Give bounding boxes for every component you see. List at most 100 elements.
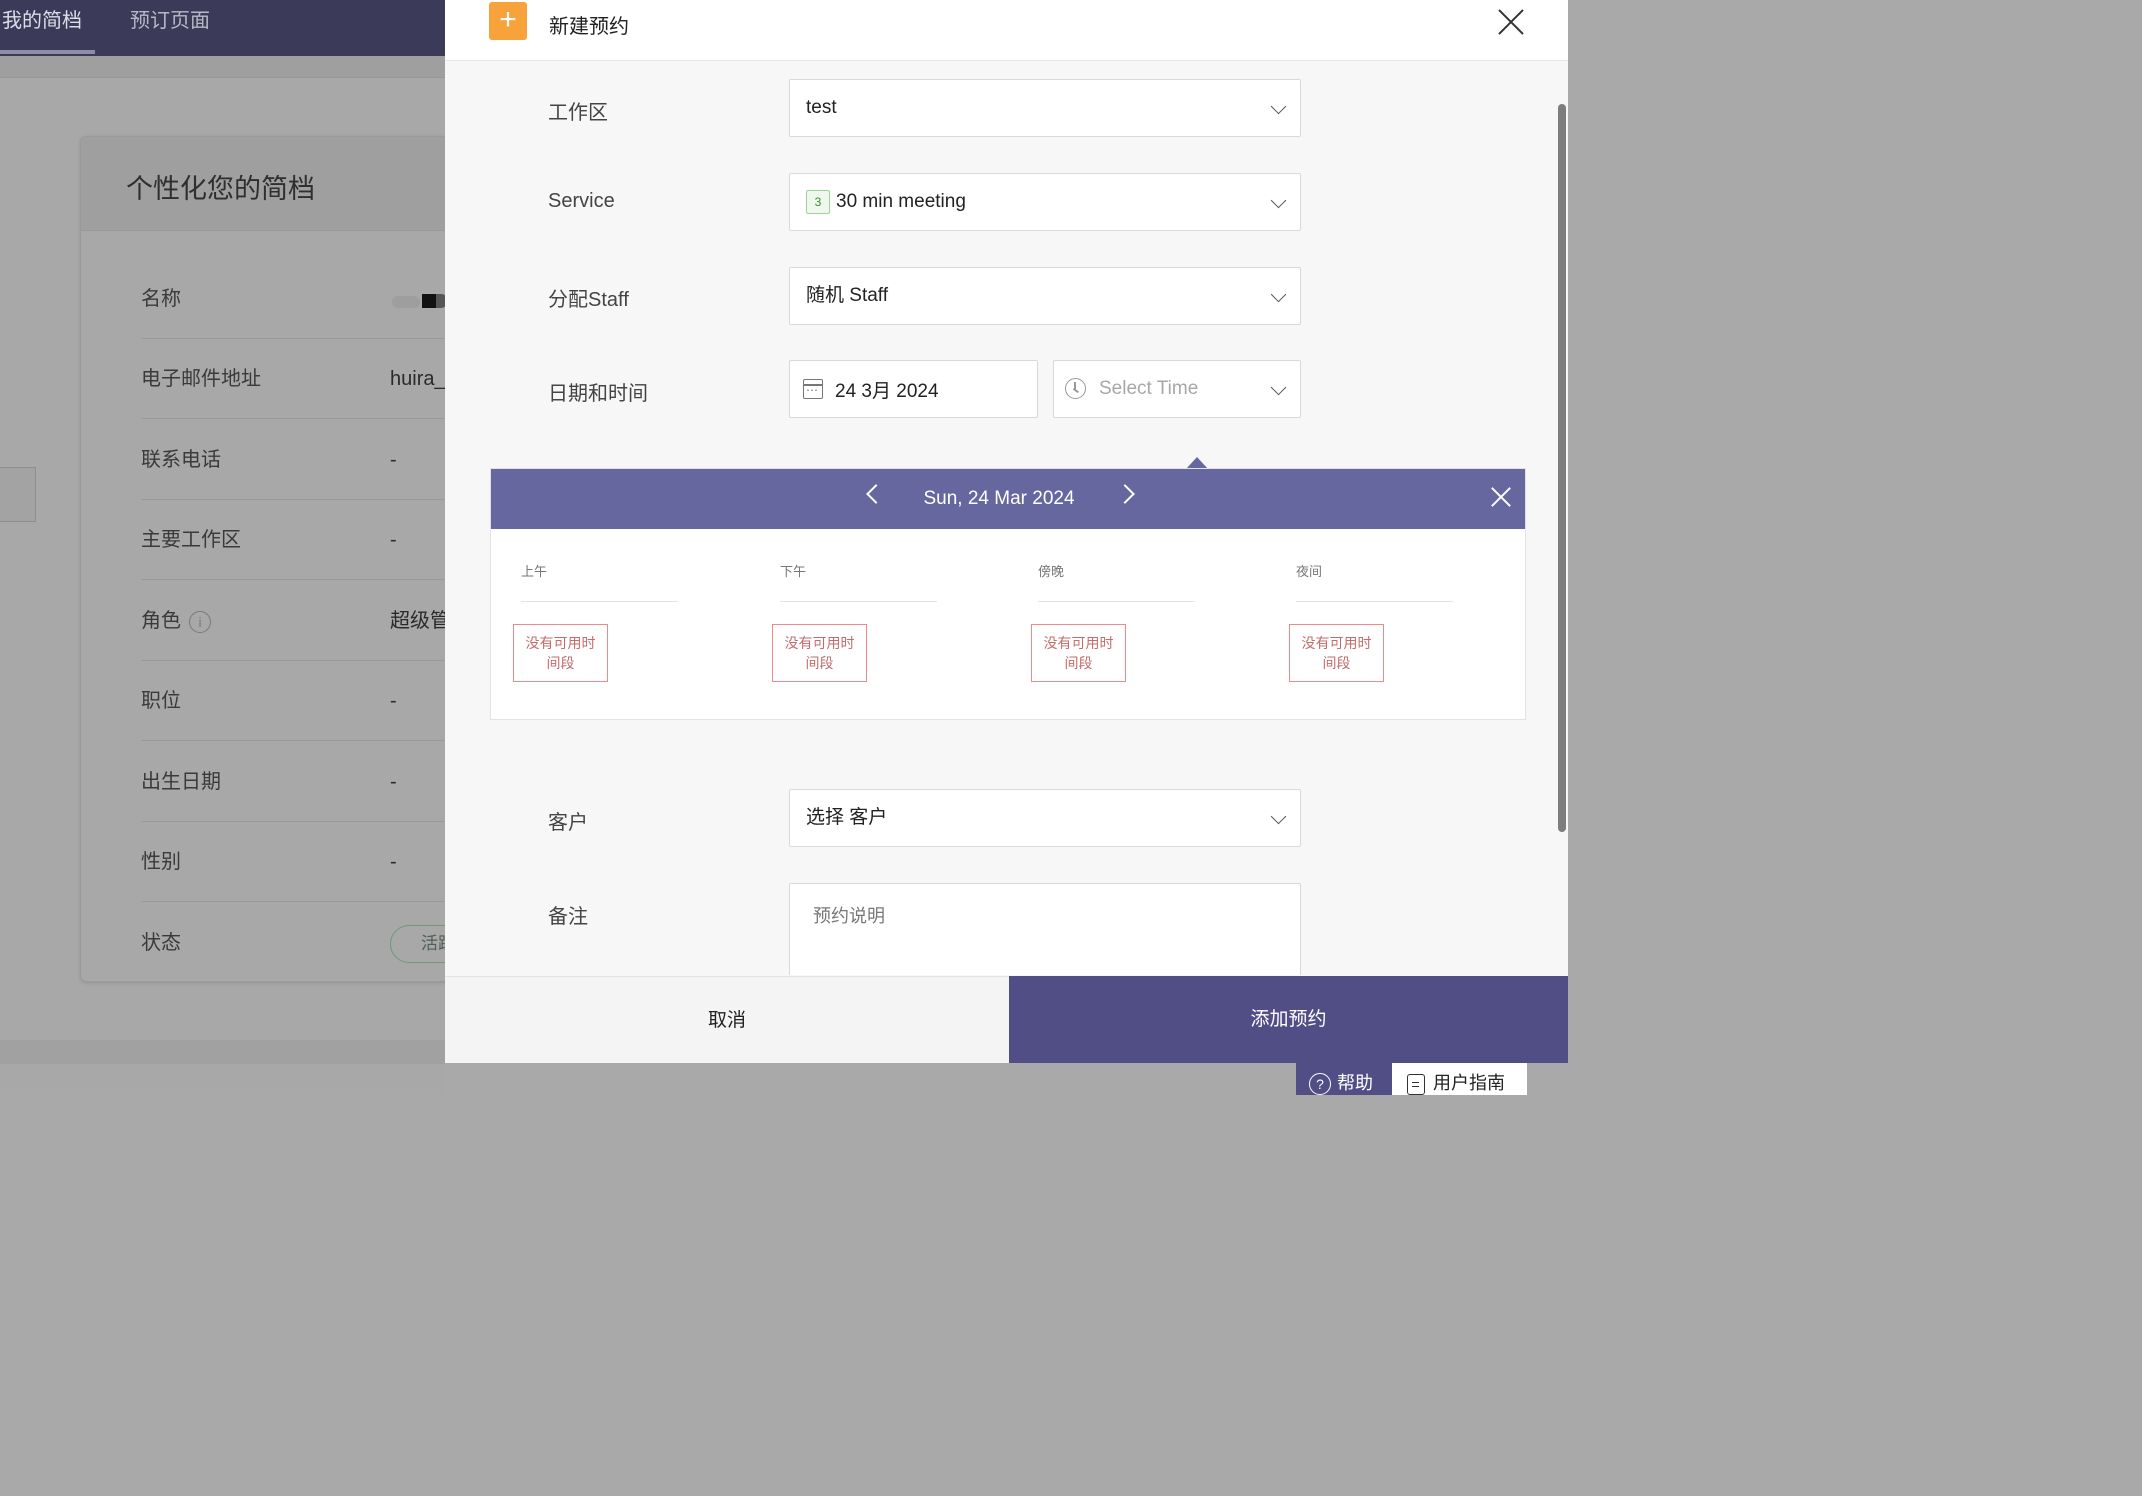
service-value: 30 min meeting	[836, 191, 966, 212]
profile-value: 超级管	[390, 610, 445, 632]
profile-row-status: 状态 活跃	[141, 903, 445, 983]
period-name: 下午	[780, 564, 807, 579]
profile-value: -	[390, 449, 397, 471]
no-slots-text: 没有可用时	[1301, 635, 1372, 651]
bg-footer-strip	[0, 1040, 445, 1064]
active-tab-indicator	[0, 50, 95, 54]
sub-header-strip	[0, 56, 445, 78]
name-redacted	[392, 294, 445, 310]
no-slots-text: 间段	[1322, 655, 1351, 671]
profile-value: -	[390, 771, 397, 793]
guide-label: 用户指南	[1433, 1073, 1505, 1093]
tab-booking-page[interactable]: 预订页面	[130, 0, 210, 56]
period-name: 傍晚	[1038, 564, 1065, 579]
side-panel-fragment	[0, 467, 36, 522]
profile-value: -	[390, 690, 397, 712]
time-select[interactable]: Select Time	[1053, 360, 1301, 418]
workspace-label: 工作区	[548, 102, 608, 124]
no-slots-text: 没有可用时	[525, 635, 596, 651]
user-guide-button[interactable]: 用户指南	[1392, 1063, 1527, 1095]
calendar-date: Sun, 24 Mar 2024	[923, 488, 1075, 509]
service-label: Service	[548, 190, 615, 212]
chevron-down-icon	[1270, 379, 1287, 396]
modal-scrollbar[interactable]	[1558, 104, 1566, 832]
no-slots-notice: 没有可用时 间段	[1031, 624, 1126, 682]
profile-card-title: 个性化您的简档	[126, 174, 315, 204]
no-slots-notice: 没有可用时 间段	[772, 624, 867, 682]
no-slots-notice: 没有可用时 间段	[513, 624, 608, 682]
profile-row-email: 电子邮件地址 huira_	[141, 339, 445, 419]
chevron-down-icon	[1270, 192, 1287, 209]
profile-card-header: 个性化您的简档	[81, 137, 445, 231]
status-badge: 活跃	[390, 925, 445, 963]
no-slots-text: 间段	[1064, 655, 1093, 671]
staff-value: 随机 Staff	[806, 285, 889, 306]
background-page: 我的简档 预订页面 个性化您的简档 名称 电子邮件地址 huira_ 联系电话 …	[0, 0, 445, 1095]
profile-label: 性别	[141, 851, 181, 873]
profile-label: 主要工作区	[141, 529, 241, 551]
no-slots-text: 间段	[546, 655, 575, 671]
close-icon[interactable]	[1497, 8, 1525, 36]
chevron-down-icon	[1270, 808, 1287, 825]
modal-header: + 新建预约	[445, 0, 1568, 61]
add-appointment-button[interactable]: 添加预约	[1009, 976, 1568, 1063]
no-slots-text: 间段	[805, 655, 834, 671]
profile-row-birthday: 出生日期 -	[141, 742, 445, 822]
workspace-select[interactable]: test	[789, 79, 1301, 137]
notes-textarea[interactable]: 预约说明	[789, 883, 1301, 975]
profile-row-workspace: 主要工作区 -	[141, 500, 445, 580]
profile-label: 联系电话	[141, 449, 221, 471]
customer-select[interactable]: 选择 客户	[789, 789, 1301, 847]
no-slots-text: 没有可用时	[784, 635, 855, 651]
cancel-button[interactable]: 取消	[445, 976, 1009, 1063]
profile-card: 个性化您的简档 名称 电子邮件地址 huira_ 联系电话 - 主要工作区 - …	[80, 136, 445, 982]
period-divider	[1296, 601, 1453, 602]
modal-footer: 取消 添加预约	[445, 976, 1568, 1063]
period-name: 上午	[521, 564, 548, 579]
notes-label: 备注	[548, 906, 588, 928]
profile-label: 名称	[141, 288, 181, 310]
period-divider	[780, 601, 937, 602]
profile-label: 职位	[141, 690, 181, 712]
date-picker-field[interactable]: 24 3月 2024	[789, 360, 1038, 418]
document-icon	[1407, 1073, 1425, 1095]
period-morning: 上午	[521, 561, 681, 602]
profile-label: 电子邮件地址	[141, 368, 261, 390]
customer-label: 客户	[548, 812, 588, 834]
calendar-nav-bar: Sun, 24 Mar 2024	[491, 469, 1525, 529]
info-icon[interactable]: i	[189, 610, 211, 633]
service-select[interactable]: 3 30 min meeting	[789, 173, 1301, 231]
profile-value: -	[390, 529, 397, 551]
top-nav: 我的简档 预订页面	[0, 0, 445, 56]
time-slot-popup: Sun, 24 Mar 2024 上午 没有可用时 间段 下午 没有可用时 间段…	[490, 468, 1526, 720]
workspace-value: test	[806, 97, 837, 118]
calendar-icon	[803, 379, 823, 399]
period-evening: 傍晚	[1038, 561, 1198, 602]
profile-row-role: 角色 i 超级管	[141, 581, 445, 661]
period-divider	[521, 601, 678, 602]
profile-value: -	[390, 851, 397, 873]
period-name: 夜间	[1296, 564, 1323, 579]
tab-my-profile[interactable]: 我的简档	[2, 0, 82, 56]
time-placeholder: Select Time	[1099, 378, 1199, 399]
help-button[interactable]: ? 帮助	[1296, 1063, 1392, 1096]
datetime-label: 日期和时间	[548, 383, 648, 405]
period-night: 夜间	[1296, 561, 1456, 602]
period-afternoon: 下午	[780, 561, 940, 602]
staff-select[interactable]: 随机 Staff	[789, 267, 1301, 325]
chevron-down-icon	[1270, 98, 1287, 115]
modal-title: 新建预约	[549, 16, 629, 38]
date-value: 24 3月 2024	[835, 381, 939, 402]
service-count-badge: 3	[806, 189, 830, 214]
clock-icon	[1065, 378, 1086, 399]
close-icon[interactable]	[1491, 487, 1511, 507]
profile-label: 状态	[141, 932, 181, 954]
customer-value: 选择 客户	[806, 807, 888, 828]
profile-label: 角色 i	[141, 581, 211, 661]
question-icon: ?	[1309, 1073, 1331, 1096]
no-slots-notice: 没有可用时 间段	[1289, 624, 1384, 682]
profile-value: huira_	[390, 368, 445, 390]
no-slots-text: 没有可用时	[1043, 635, 1114, 651]
profile-row-title: 职位 -	[141, 661, 445, 741]
service-value-wrap: 3 30 min meeting	[806, 174, 966, 230]
